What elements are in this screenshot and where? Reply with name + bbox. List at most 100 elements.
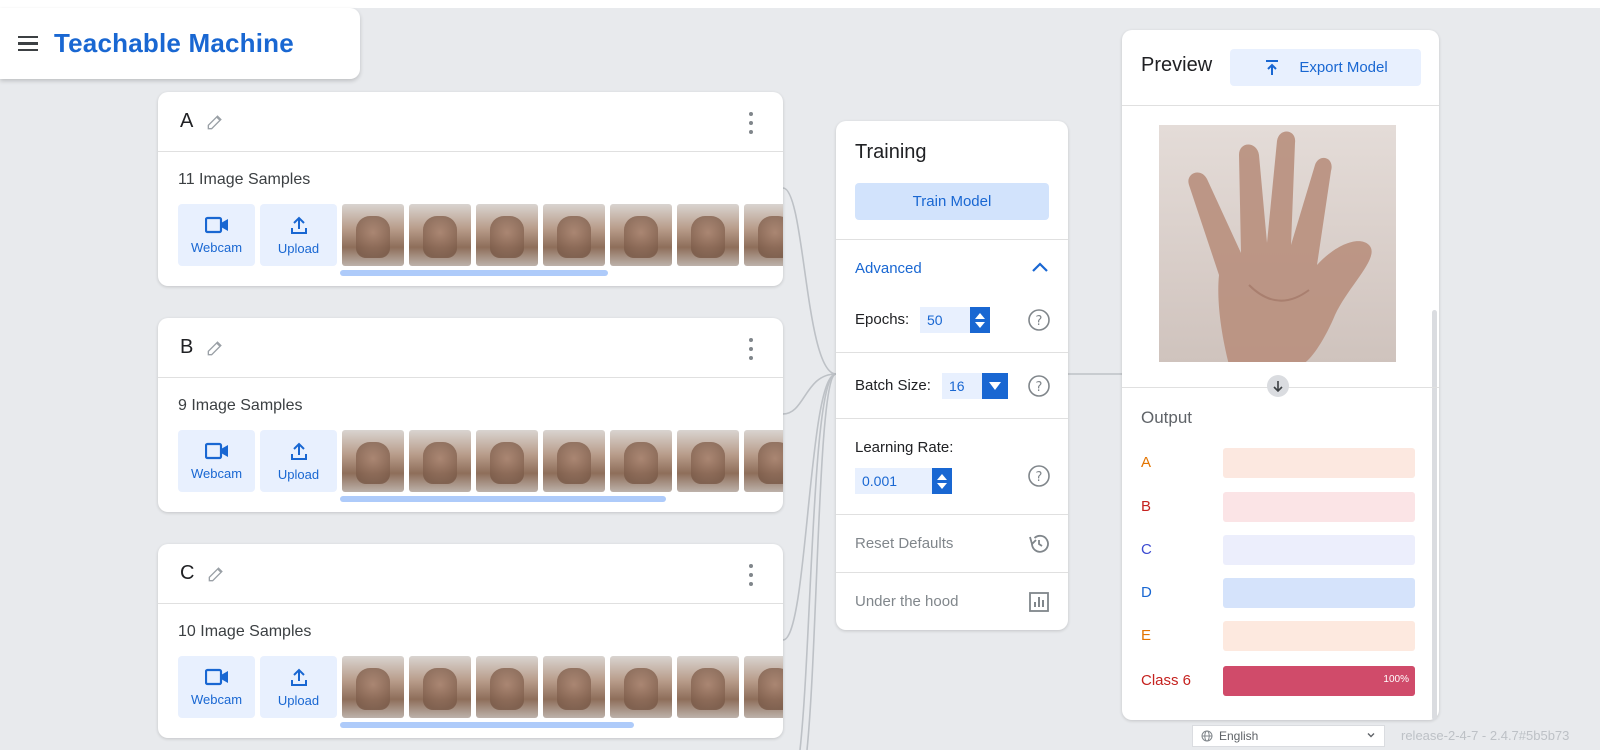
confidence-bar xyxy=(1223,621,1415,651)
class-options-menu-icon[interactable] xyxy=(743,112,759,134)
upload-button[interactable]: Upload xyxy=(260,430,337,492)
pencil-icon[interactable] xyxy=(205,338,225,358)
divider xyxy=(836,239,1068,240)
export-model-button[interactable]: Export Model xyxy=(1230,49,1421,86)
output-row-d: D xyxy=(1141,578,1421,608)
confidence-bar xyxy=(1223,492,1415,522)
help-icon[interactable]: ? xyxy=(1027,374,1051,398)
sample-thumbnail[interactable] xyxy=(744,430,783,492)
sample-thumbnail[interactable] xyxy=(744,656,783,718)
pencil-icon[interactable] xyxy=(205,112,225,132)
upload-button[interactable]: Upload xyxy=(260,656,337,718)
epochs-arrows[interactable] xyxy=(970,307,990,333)
sample-thumbnail[interactable] xyxy=(543,656,605,718)
class-card-header: B xyxy=(158,318,783,378)
output-row-class-6: Class 6 100% xyxy=(1141,666,1421,696)
arrow-down-icon[interactable] xyxy=(1267,375,1289,397)
epochs-label: Epochs: xyxy=(855,311,910,328)
class-options-menu-icon[interactable] xyxy=(743,564,759,586)
sample-thumbnail[interactable] xyxy=(476,430,538,492)
confidence-bar xyxy=(1223,448,1415,478)
sample-thumbnail[interactable] xyxy=(744,204,783,266)
class-name[interactable]: B xyxy=(180,336,193,359)
pencil-icon[interactable] xyxy=(206,564,226,584)
sample-thumbnail[interactable] xyxy=(677,430,739,492)
output-label: D xyxy=(1141,584,1152,601)
release-version: release-2-4-7 - 2.4.7#5b5b73 xyxy=(1401,728,1570,743)
learning-rate-arrows[interactable] xyxy=(932,468,952,494)
sample-thumbnail[interactable] xyxy=(409,430,471,492)
video-camera-icon xyxy=(204,442,228,459)
upload-button[interactable]: Upload xyxy=(260,204,337,266)
preview-scrollbar[interactable] xyxy=(1432,310,1437,720)
preview-panel: Preview Export Model Output A B C D E Cl… xyxy=(1122,30,1439,720)
class-card-b: B 9 Image Samples Webcam Upload xyxy=(158,318,783,512)
samples-scrollbar[interactable] xyxy=(340,270,608,276)
sample-thumbnail[interactable] xyxy=(342,430,404,492)
sample-thumbnail[interactable] xyxy=(677,656,739,718)
language-select[interactable]: English xyxy=(1192,725,1385,747)
sample-thumbnail[interactable] xyxy=(409,204,471,266)
upload-icon xyxy=(290,668,307,686)
train-model-button[interactable]: Train Model xyxy=(855,183,1049,220)
output-label: Class 6 xyxy=(1141,672,1192,689)
sample-count: 9 Image Samples xyxy=(178,397,303,414)
webcam-label: Webcam xyxy=(190,691,243,707)
epochs-stepper[interactable]: 50 xyxy=(920,307,990,333)
help-icon[interactable]: ? xyxy=(1027,308,1051,332)
svg-text:?: ? xyxy=(1036,380,1043,395)
reset-defaults-button[interactable]: Reset Defaults xyxy=(855,535,953,552)
epochs-value[interactable]: 50 xyxy=(920,307,970,333)
under-the-hood-button[interactable]: Under the hood xyxy=(855,593,958,610)
advanced-toggle[interactable]: Advanced xyxy=(855,260,922,277)
divider xyxy=(836,352,1068,353)
sample-thumbnail[interactable] xyxy=(610,204,672,266)
batch-size-select[interactable]: 16 xyxy=(942,373,1008,399)
batch-size-value[interactable]: 16 xyxy=(942,373,982,399)
chevron-down-icon xyxy=(1367,733,1375,738)
class-card-c: C 10 Image Samples Webcam Upload xyxy=(158,544,783,738)
class-name[interactable]: A xyxy=(180,110,193,133)
sample-thumbnail[interactable] xyxy=(342,656,404,718)
sample-thumbnail[interactable] xyxy=(677,204,739,266)
class-options-menu-icon[interactable] xyxy=(743,338,759,360)
menu-icon[interactable] xyxy=(16,31,42,57)
bar-chart-icon[interactable] xyxy=(1027,590,1051,614)
confidence-bar: 100% xyxy=(1223,666,1415,696)
sample-thumbnail[interactable] xyxy=(476,656,538,718)
training-title: Training xyxy=(855,141,927,163)
sample-thumbnail[interactable] xyxy=(610,430,672,492)
sample-thumbnail[interactable] xyxy=(610,656,672,718)
hand-image xyxy=(1188,131,1372,362)
samples-scrollbar[interactable] xyxy=(340,722,634,728)
sample-row: Webcam Upload xyxy=(178,204,783,266)
samples-scrollbar[interactable] xyxy=(340,496,666,502)
batch-size-dropdown[interactable] xyxy=(982,373,1008,399)
chevron-up-icon[interactable] xyxy=(1030,259,1050,275)
webcam-button[interactable]: Webcam xyxy=(178,430,255,492)
webcam-button[interactable]: Webcam xyxy=(178,656,255,718)
class-card-header: A xyxy=(158,92,783,152)
webcam-button[interactable]: Webcam xyxy=(178,204,255,266)
sample-count: 10 Image Samples xyxy=(178,623,312,640)
sample-thumbnail[interactable] xyxy=(342,204,404,266)
webcam-preview-image[interactable] xyxy=(1159,125,1396,362)
sample-thumbnail[interactable] xyxy=(543,204,605,266)
sample-thumbnail[interactable] xyxy=(476,204,538,266)
help-icon[interactable]: ? xyxy=(1027,464,1051,488)
output-label: E xyxy=(1141,627,1152,644)
history-icon[interactable] xyxy=(1027,532,1051,556)
upload-label: Upload xyxy=(277,692,320,708)
webcam-label: Webcam xyxy=(190,239,243,255)
learning-rate-value[interactable]: 0.001 xyxy=(855,468,932,494)
sample-thumbnail[interactable] xyxy=(409,656,471,718)
divider xyxy=(836,418,1068,419)
globe-icon xyxy=(1201,730,1213,742)
learning-rate-stepper[interactable]: 0.001 xyxy=(855,468,952,494)
output-label: A xyxy=(1141,454,1152,471)
app-title[interactable]: Teachable Machine xyxy=(54,28,294,59)
video-camera-icon xyxy=(204,216,228,233)
output-label: B xyxy=(1141,498,1152,515)
sample-thumbnail[interactable] xyxy=(543,430,605,492)
class-name[interactable]: C xyxy=(180,562,194,585)
